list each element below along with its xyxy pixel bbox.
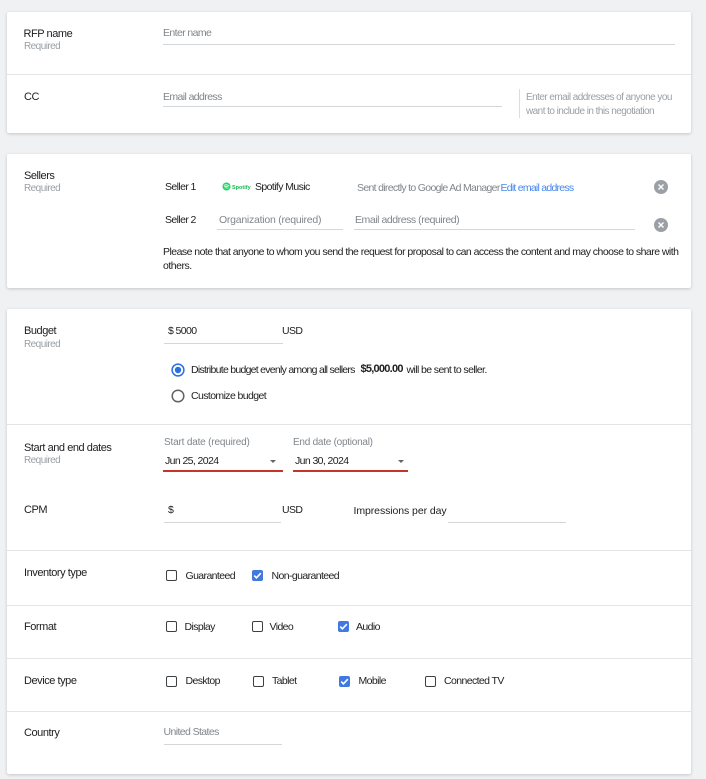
svg-text:Spotify: Spotify bbox=[232, 185, 252, 191]
